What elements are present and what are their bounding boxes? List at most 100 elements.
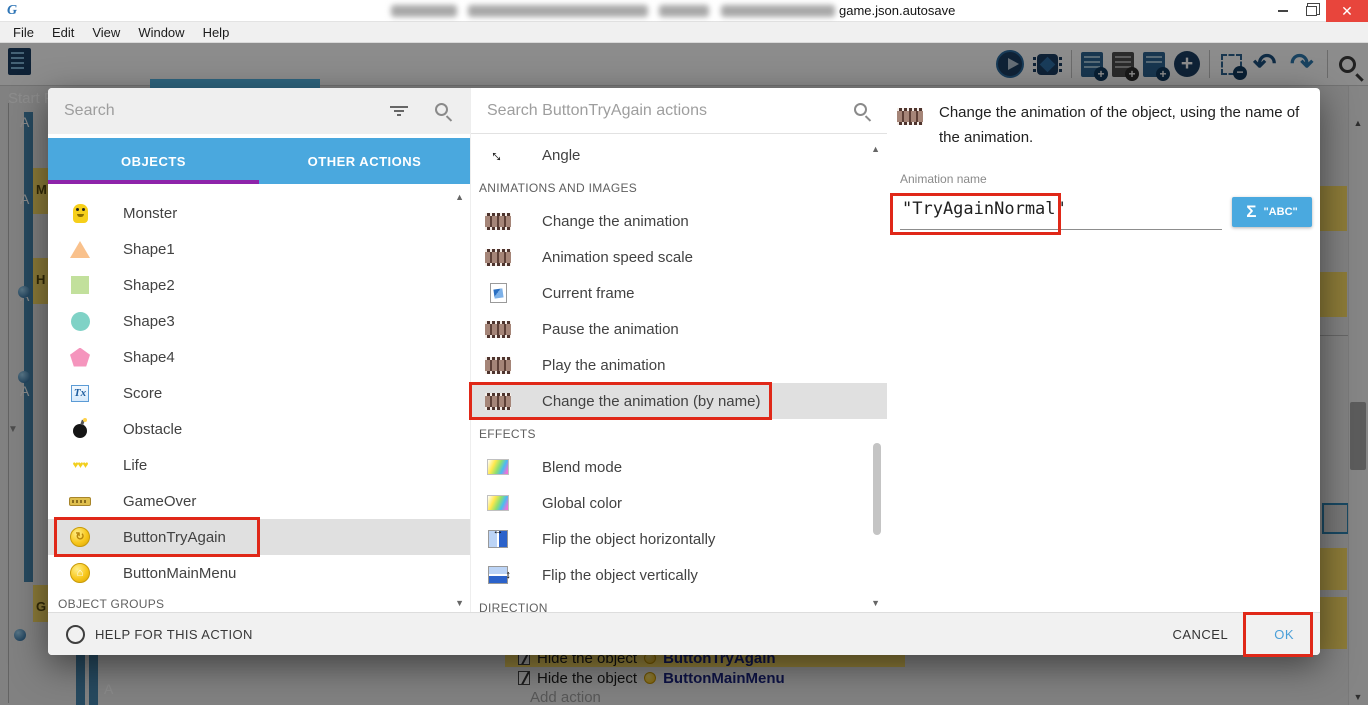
object-label: GameOver bbox=[123, 493, 196, 510]
icon-box bbox=[485, 213, 511, 230]
action-row-flip-the-object-vertically[interactable]: Flip the object vertically bbox=[471, 557, 887, 593]
icon-box bbox=[68, 276, 92, 294]
icon-box bbox=[485, 249, 511, 266]
section-header-effects: EFFECTS bbox=[471, 423, 887, 445]
flip-h-icon bbox=[488, 530, 508, 548]
blurred-path-segment bbox=[468, 5, 648, 17]
minimize-button[interactable] bbox=[1268, 0, 1297, 22]
banner-icon bbox=[69, 497, 91, 506]
color-icon bbox=[487, 459, 509, 475]
filter-icon[interactable] bbox=[390, 106, 408, 118]
action-label: Angle bbox=[542, 147, 580, 164]
parameters-panel: Change the animation of the object, usin… bbox=[886, 88, 1320, 612]
blurred-path-segment bbox=[391, 5, 457, 17]
section-header-direction: DIRECTION bbox=[471, 597, 887, 612]
objects-tabs: OBJECTS OTHER ACTIONS bbox=[48, 138, 470, 184]
object-row-score[interactable]: Score bbox=[48, 375, 470, 411]
icon-box bbox=[68, 385, 92, 402]
action-row-blend-mode[interactable]: Blend mode bbox=[471, 449, 887, 485]
action-label: Flip the object vertically bbox=[542, 567, 698, 584]
search-icon[interactable] bbox=[435, 103, 448, 116]
icon-box bbox=[68, 460, 92, 471]
object-row-shape4[interactable]: Shape4 bbox=[48, 339, 470, 375]
action-row-pause-the-animation[interactable]: Pause the animation bbox=[471, 311, 887, 347]
actions-search-bar bbox=[471, 88, 887, 134]
annotation-box-ok bbox=[1243, 612, 1313, 657]
list-scroll-up-icon[interactable]: ▲ bbox=[455, 192, 464, 202]
icon-box bbox=[485, 283, 511, 303]
menu-view[interactable]: View bbox=[83, 25, 129, 40]
frame-icon bbox=[490, 283, 507, 303]
menu-window[interactable]: Window bbox=[129, 25, 193, 40]
restore-button[interactable] bbox=[1297, 0, 1326, 22]
action-label: Pause the animation bbox=[542, 321, 679, 338]
action-row-current-frame[interactable]: Current frame bbox=[471, 275, 887, 311]
object-label: ButtonMainMenu bbox=[123, 565, 236, 582]
film-icon bbox=[485, 321, 511, 338]
action-row-animation-speed-scale[interactable]: Animation speed scale bbox=[471, 239, 887, 275]
tab-other-actions[interactable]: OTHER ACTIONS bbox=[259, 138, 470, 184]
gdevelop-window: G game.json.autosave ✕ FileEditViewWindo… bbox=[0, 0, 1368, 705]
film-icon bbox=[485, 213, 511, 230]
action-row-global-color[interactable]: Global color bbox=[471, 485, 887, 521]
angle-icon bbox=[488, 145, 508, 165]
list-scroll-down-icon[interactable]: ▼ bbox=[871, 598, 880, 608]
list-scroll-up-icon[interactable]: ▲ bbox=[871, 144, 880, 154]
expression-abc-label: "ABC" bbox=[1263, 206, 1297, 218]
menu-file[interactable]: File bbox=[4, 25, 43, 40]
object-groups-header: OBJECT GROUPS bbox=[48, 597, 470, 611]
icon-box bbox=[68, 348, 92, 367]
window-title: game.json.autosave bbox=[839, 3, 955, 18]
object-row-shape3[interactable]: Shape3 bbox=[48, 303, 470, 339]
object-row-shape1[interactable]: Shape1 bbox=[48, 231, 470, 267]
gdevelop-logo-icon: G bbox=[7, 3, 17, 19]
objects-search-bar bbox=[48, 88, 470, 134]
action-description: Change the animation of the object, usin… bbox=[939, 100, 1311, 150]
icon-box bbox=[485, 145, 511, 165]
film-icon bbox=[897, 108, 923, 125]
film-icon bbox=[485, 357, 511, 374]
list-scroll-down-icon[interactable]: ▼ bbox=[455, 598, 464, 608]
annotation-box-object bbox=[54, 517, 260, 557]
actions-panel: Angle ANIMATIONS AND IMAGES Change the ani… bbox=[470, 88, 886, 612]
expression-editor-button[interactable]: Σ "ABC" bbox=[1232, 197, 1312, 227]
help-link[interactable]: HELP FOR THIS ACTION bbox=[66, 625, 253, 644]
icon-box bbox=[485, 530, 511, 548]
list-scroll-thumb[interactable] bbox=[873, 443, 881, 535]
blurred-path-segment bbox=[721, 5, 835, 17]
icon-box bbox=[68, 420, 92, 438]
object-label: Shape4 bbox=[123, 349, 175, 366]
action-row-angle[interactable]: Angle bbox=[471, 137, 887, 173]
icon-box bbox=[485, 357, 511, 374]
menubar: FileEditViewWindowHelp bbox=[0, 22, 1368, 43]
object-row-monster[interactable]: Monster bbox=[48, 195, 470, 231]
objects-search-input[interactable] bbox=[64, 98, 354, 124]
cancel-button[interactable]: CANCEL bbox=[1172, 627, 1228, 642]
object-row-shape2[interactable]: Shape2 bbox=[48, 267, 470, 303]
icon-box bbox=[68, 563, 92, 583]
section-header-animations-and-images: ANIMATIONS AND IMAGES bbox=[471, 177, 887, 199]
icon-box bbox=[485, 566, 511, 584]
close-button[interactable]: ✕ bbox=[1326, 0, 1368, 22]
object-label: Life bbox=[123, 457, 147, 474]
menu-edit[interactable]: Edit bbox=[43, 25, 83, 40]
actions-search-input[interactable] bbox=[487, 98, 797, 124]
action-row-change-the-animation[interactable]: Change the animation bbox=[471, 203, 887, 239]
object-row-life[interactable]: Life bbox=[48, 447, 470, 483]
object-row-obstacle[interactable]: Obstacle bbox=[48, 411, 470, 447]
actions-list: Angle ANIMATIONS AND IMAGES Change the ani… bbox=[471, 134, 887, 612]
action-editor-dialog: OBJECTS OTHER ACTIONS MonsterShape1Shape… bbox=[48, 88, 1320, 655]
action-label: Current frame bbox=[542, 285, 635, 302]
titlebar: G game.json.autosave ✕ bbox=[0, 0, 1368, 22]
search-icon[interactable] bbox=[854, 103, 867, 116]
object-label: Monster bbox=[123, 205, 177, 222]
annotation-box-parameter bbox=[890, 193, 1061, 235]
annotation-box-action bbox=[469, 382, 772, 420]
icon-box bbox=[485, 321, 511, 338]
object-row-buttonmainmenu[interactable]: ButtonMainMenu bbox=[48, 555, 470, 591]
action-row-flip-the-object-horizontally[interactable]: Flip the object horizontally bbox=[471, 521, 887, 557]
menu-help[interactable]: Help bbox=[194, 25, 239, 40]
tab-objects[interactable]: OBJECTS bbox=[48, 138, 259, 184]
action-row-play-the-animation[interactable]: Play the animation bbox=[471, 347, 887, 383]
object-row-gameover[interactable]: GameOver bbox=[48, 483, 470, 519]
